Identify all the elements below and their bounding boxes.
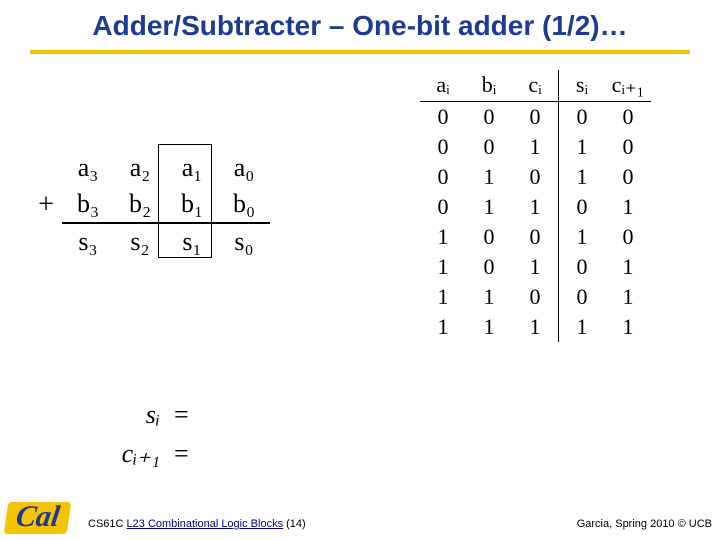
truth-cell: 0 [559,282,606,312]
truth-cell: 0 [466,222,512,252]
title-underline [30,50,690,54]
addition-table: a₃ a₂ a₁ a₀ + b₃ b₂ b₁ b₀ s₃ s₂ s₁ s₀ [30,150,270,260]
truth-cell: 0 [605,132,651,162]
truth-cell: 1 [605,312,651,342]
truth-cell: 1 [605,282,651,312]
truth-cell: 1 [512,132,559,162]
a2: a₂ [114,150,166,186]
truth-cell: 0 [605,222,651,252]
truth-cell: 1 [512,312,559,342]
truth-cell: 0 [466,132,512,162]
b1: b₁ [166,186,218,223]
truth-cell: 1 [559,312,606,342]
row-a: a₃ a₂ a₁ a₀ [30,150,270,186]
truth-cell: 0 [559,192,606,222]
footer-lecture-link: L23 Combinational Logic Blocks [127,518,284,530]
a1: a₁ [166,150,218,186]
eq-ci1-eq: = [174,434,189,473]
truth-cell: 0 [420,132,466,162]
truth-cell: 1 [559,162,606,192]
truth-cell: 0 [420,102,466,133]
s1: s₁ [166,223,218,260]
a3: a₃ [62,150,114,186]
truth-cell: 0 [420,162,466,192]
row-s: s₃ s₂ s₁ s₀ [30,223,270,260]
footer-right: Garcia, Spring 2010 © UCB [577,518,712,530]
b3: b₃ [62,186,114,223]
footer-course: CS61C [88,518,127,530]
truth-row: 11001 [420,282,651,312]
truth-cell: 1 [512,252,559,282]
truth-cell: 0 [466,102,512,133]
eq-ci1-lhs: cᵢ₊₁ [90,434,174,473]
truth-row: 01101 [420,192,651,222]
truth-cell: 0 [605,162,651,192]
truth-cell: 1 [605,252,651,282]
th-ci: cᵢ [512,70,559,102]
truth-cell: 0 [512,162,559,192]
truth-cell: 1 [559,132,606,162]
truth-row: 00110 [420,132,651,162]
truth-cell: 0 [420,192,466,222]
truth-cell: 1 [420,222,466,252]
truth-cell: 1 [420,282,466,312]
b2: b₂ [114,186,166,223]
eq-ci1: cᵢ₊₁ = [90,434,189,473]
truth-cell: 0 [559,252,606,282]
truth-row: 10010 [420,222,651,252]
th-ci1: cᵢ₊₁ [605,70,651,102]
truth-cell: 0 [512,282,559,312]
cal-logo: Cal [4,502,72,534]
truth-header-row: aᵢ bᵢ cᵢ sᵢ cᵢ₊₁ [420,70,651,102]
eq-si: sᵢ = [90,395,189,434]
slide: Adder/Subtracter – One-bit adder (1/2)… … [0,0,720,540]
equations-block: sᵢ = cᵢ₊₁ = [90,395,189,473]
th-si: sᵢ [559,70,606,102]
truth-cell: 0 [512,102,559,133]
truth-cell: 1 [466,282,512,312]
s3: s₃ [62,223,114,260]
truth-cell: 1 [512,192,559,222]
truth-cell: 0 [512,222,559,252]
truth-cell: 0 [605,102,651,133]
addition-block: a₃ a₂ a₁ a₀ + b₃ b₂ b₁ b₀ s₃ s₂ s₁ s₀ [30,150,270,260]
truth-cell: 1 [420,252,466,282]
truth-cell: 1 [420,312,466,342]
truth-row: 00000 [420,102,651,133]
truth-cell: 1 [466,162,512,192]
footer-page-num: (14) [283,518,306,530]
truth-table: aᵢ bᵢ cᵢ sᵢ cᵢ₊₁ 00000001100101001101100… [420,70,651,342]
truth-cell: 1 [466,192,512,222]
truth-cell: 1 [605,192,651,222]
truth-row: 10101 [420,252,651,282]
page-title: Adder/Subtracter – One-bit adder (1/2)… [0,10,720,42]
eq-si-eq: = [174,395,189,434]
footer-left: CS61C L23 Combinational Logic Blocks (14… [88,518,306,530]
a0: a₀ [218,150,270,186]
truth-cell: 1 [466,312,512,342]
truth-cell: 0 [466,252,512,282]
b0: b₀ [218,186,270,223]
truth-cell: 0 [559,102,606,133]
th-bi: bᵢ [466,70,512,102]
s0: s₀ [218,223,270,260]
eq-si-lhs: sᵢ [90,395,174,434]
th-ai: aᵢ [420,70,466,102]
truth-row: 11111 [420,312,651,342]
truth-row: 01010 [420,162,651,192]
s2: s₂ [114,223,166,260]
row-b: + b₃ b₂ b₁ b₀ [30,186,270,223]
plus-sign: + [30,186,62,223]
truth-cell: 1 [559,222,606,252]
